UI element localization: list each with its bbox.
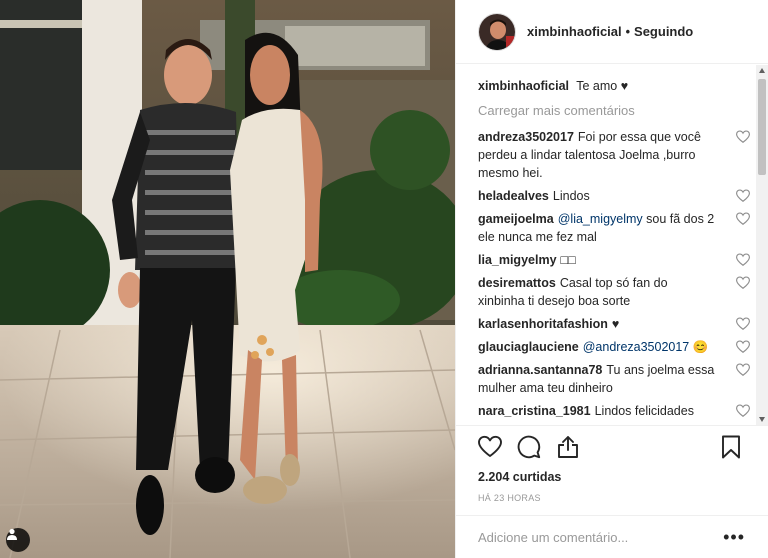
comment-item: karlasenhoritafashion ♥ xyxy=(478,315,756,333)
comment-mention-link[interactable]: @andreza3502017 xyxy=(583,340,690,354)
comment-username[interactable]: gameijoelma xyxy=(478,212,554,226)
comment-item: gameijoelma @lia_migyelmy sou fã dos 2 el… xyxy=(478,210,756,246)
comment-username[interactable]: andreza3502017 xyxy=(478,130,574,144)
user-tag-button[interactable] xyxy=(6,528,30,552)
scroll-up-arrow[interactable] xyxy=(759,68,765,73)
header-separator: • xyxy=(625,24,631,39)
post-side-panel: ximbinhaoficial • Seguindo ximbinhaofici… xyxy=(455,0,768,558)
comment-text: □□ xyxy=(560,253,576,267)
comment-username[interactable]: desiremattos xyxy=(478,276,556,290)
post-viewer: ximbinhaoficial • Seguindo ximbinhaofici… xyxy=(0,0,768,558)
comment-username[interactable]: glauciaglauciene xyxy=(478,340,579,354)
comment-item: desiremattos Casal top só fan do xinbinha… xyxy=(478,274,756,310)
comment-container: andreza3502017 Foi por essa que você perd… xyxy=(478,128,756,420)
share-icon[interactable] xyxy=(556,435,580,459)
comment-text: Lindos xyxy=(552,189,590,203)
add-comment-bar: Adicione um comentário... ••• xyxy=(456,515,768,558)
follow-button[interactable]: Seguindo xyxy=(634,24,693,39)
post-photo[interactable] xyxy=(0,0,455,558)
comment-like-heart-icon[interactable] xyxy=(736,276,750,290)
caption-text: Te amo ♥ xyxy=(576,79,629,93)
comment-mention-link[interactable]: @lia_migyelmy xyxy=(558,212,643,226)
load-more-comments-button[interactable]: Carregar mais comentários xyxy=(478,103,756,118)
more-options-button[interactable]: ••• xyxy=(723,527,745,548)
comment-like-heart-icon[interactable] xyxy=(736,340,750,354)
comment-like-heart-icon[interactable] xyxy=(736,363,750,377)
action-icon-row xyxy=(478,434,747,460)
caption-username[interactable]: ximbinhaoficial xyxy=(478,79,569,93)
heart-icon[interactable] xyxy=(478,435,502,459)
comment-like-heart-icon[interactable] xyxy=(736,189,750,203)
post-caption: ximbinhaoficial Te amo ♥ xyxy=(478,77,756,95)
likes-count[interactable]: 2.204 curtidas xyxy=(478,470,747,484)
comment-item: lia_migyelmy □□ xyxy=(478,251,756,269)
comment-like-heart-icon[interactable] xyxy=(736,253,750,267)
comment-like-heart-icon[interactable] xyxy=(736,317,750,331)
comment-username[interactable]: adrianna.santanna78 xyxy=(478,363,602,377)
header-username[interactable]: ximbinhaoficial xyxy=(527,24,622,39)
comment-text: Lindos felicidades xyxy=(594,404,694,418)
comment-text: ♥ xyxy=(611,317,620,331)
comment-like-heart-icon[interactable] xyxy=(736,404,750,418)
scrollbar-thumb[interactable] xyxy=(758,79,766,175)
post-timestamp[interactable]: HÁ 23 HORAS xyxy=(478,493,747,503)
comment-input[interactable]: Adicione um comentário... xyxy=(478,530,723,545)
comment-item: glauciaglauciene @andreza3502017 😊 xyxy=(478,338,756,356)
comment-like-heart-icon[interactable] xyxy=(736,212,750,226)
comment-username[interactable]: lia_migyelmy xyxy=(478,253,557,267)
comment-username[interactable]: nara_cristina_1981 xyxy=(478,404,591,418)
comment-like-heart-icon[interactable] xyxy=(736,130,750,144)
person-tag-icon xyxy=(7,528,17,540)
comment-item: andreza3502017 Foi por essa que você perd… xyxy=(478,128,756,182)
comment-item: heladealves Lindos xyxy=(478,187,756,205)
comments-list[interactable]: ximbinhaoficial Te amo ♥ Carregar mais c… xyxy=(456,65,756,425)
photo-couple-illustration xyxy=(0,0,455,558)
scroll-down-arrow[interactable] xyxy=(759,417,765,422)
bookmark-icon[interactable] xyxy=(719,435,743,459)
comment-bubble-icon[interactable] xyxy=(517,435,541,459)
comment-username[interactable]: heladealves xyxy=(478,189,549,203)
comment-username[interactable]: karlasenhoritafashion xyxy=(478,317,608,331)
post-header: ximbinhaoficial • Seguindo xyxy=(456,0,768,64)
post-actions: 2.204 curtidas HÁ 23 HORAS xyxy=(456,425,768,503)
comment-item: nara_cristina_1981 Lindos felicidades xyxy=(478,402,756,420)
comment-item: adrianna.santanna78 Tu ans joelma essa mu… xyxy=(478,361,756,397)
avatar-image xyxy=(479,13,515,50)
avatar[interactable] xyxy=(478,12,516,51)
comments-scrollbar[interactable] xyxy=(756,65,768,425)
comment-text: 😊 xyxy=(689,340,709,354)
